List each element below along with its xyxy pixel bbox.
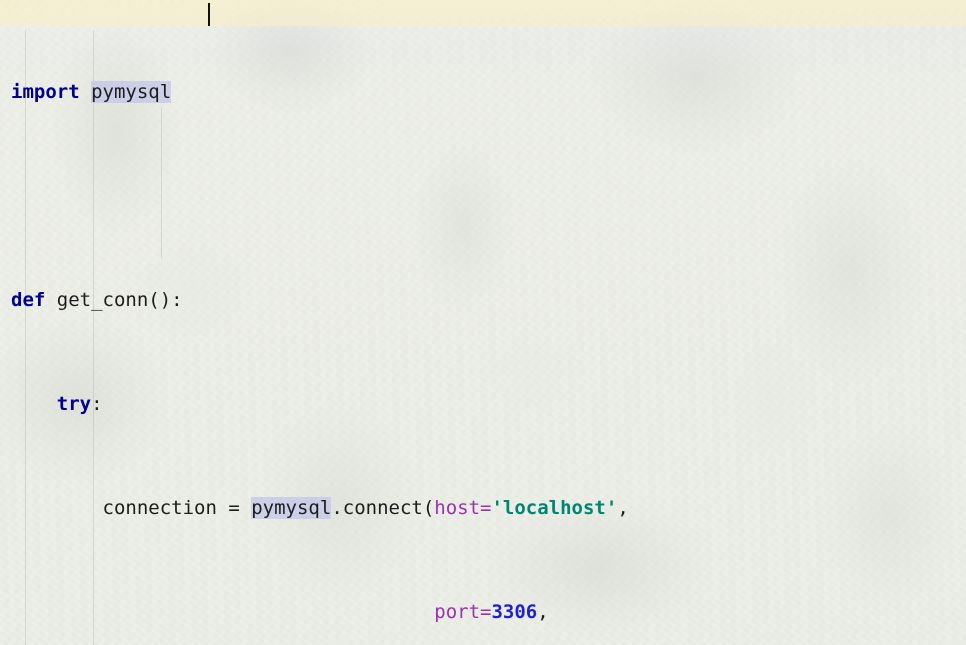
method-connect: .connect( — [331, 497, 435, 519]
comma: , — [617, 497, 629, 519]
text-caret — [208, 3, 210, 26]
number-3306: 3306 — [491, 601, 538, 623]
assignment-connection: connection = — [102, 497, 252, 519]
kwarg-host: host= — [434, 497, 492, 519]
keyword-import: import — [11, 81, 80, 103]
code-line-1[interactable]: import pymysql — [11, 79, 966, 105]
kwarg-port: port= — [434, 601, 492, 623]
code-text-area[interactable]: import pymysql def get_conn(): try: conn… — [11, 1, 966, 645]
code-editor[interactable]: import pymysql def get_conn(): try: conn… — [0, 0, 966, 645]
code-line-5[interactable]: connection = pymysql.connect(host='local… — [11, 495, 966, 521]
code-line-4[interactable]: try: — [11, 391, 966, 417]
code-line-3[interactable]: def get_conn(): — [11, 287, 966, 313]
string-localhost: 'localhost' — [491, 497, 618, 519]
colon: : — [91, 393, 103, 415]
code-line-2-blank — [11, 183, 966, 209]
code-line-6[interactable]: port=3306, — [11, 599, 966, 625]
keyword-try: try — [56, 393, 92, 415]
identifier-pymysql: pymysql — [91, 81, 172, 103]
code-surface[interactable]: import pymysql def get_conn(): try: conn… — [0, 0, 966, 645]
keyword-def: def — [11, 289, 46, 311]
comma: , — [537, 601, 549, 623]
function-name-get-conn: get_conn(): — [56, 289, 183, 311]
identifier-pymysql: pymysql — [251, 497, 332, 519]
